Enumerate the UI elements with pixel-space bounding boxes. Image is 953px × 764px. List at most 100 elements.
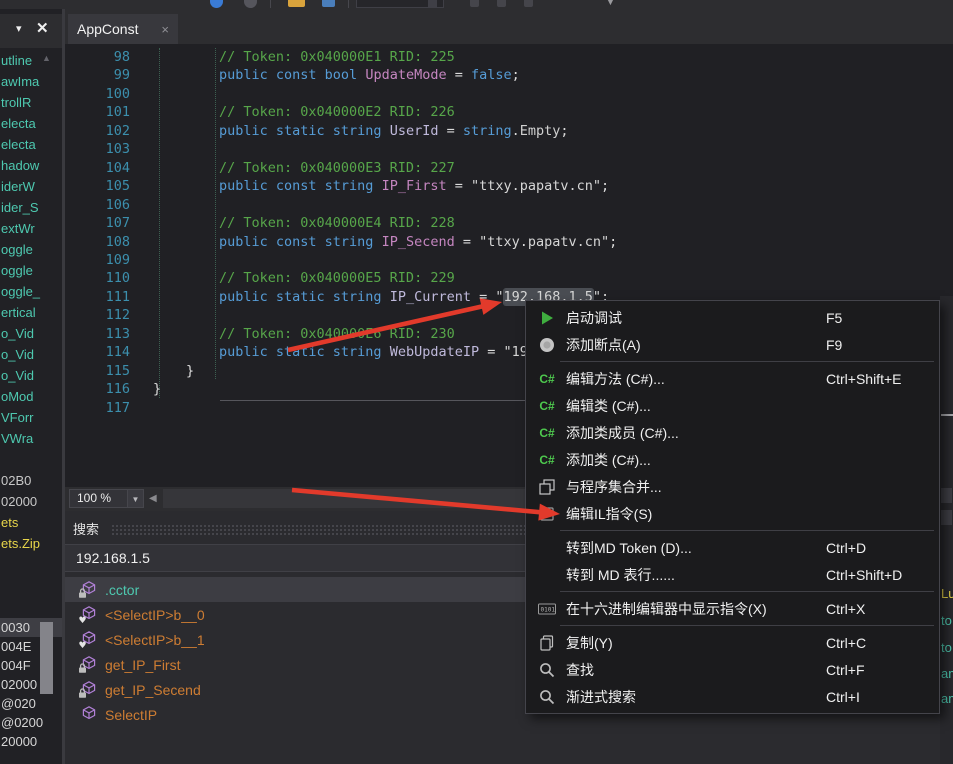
menu-item-label: 编辑方法 (C#)... <box>566 369 665 389</box>
tree-item[interactable]: oggle_ <box>0 281 62 302</box>
menu-item[interactable]: C#添加类成员 (C#)... <box>526 419 939 446</box>
right-panel-control <box>941 488 952 503</box>
tree-item[interactable]: ertical <box>0 302 62 323</box>
tree-item[interactable]: oggle <box>0 260 62 281</box>
menu-item-shortcut: Ctrl+F <box>826 662 865 678</box>
menu-item-label: 转到MD Token (D)... <box>566 538 692 558</box>
menu-item-shortcut: Ctrl+C <box>826 635 866 651</box>
menu-item[interactable]: 与程序集合并... <box>526 473 939 500</box>
menu-item-shortcut: F5 <box>826 310 842 326</box>
tree-item[interactable] <box>0 449 62 470</box>
menu-item-label: 添加断点(A) <box>566 335 641 355</box>
tree-item[interactable]: VWra <box>0 428 62 449</box>
menu-item[interactable]: 转到 MD 表行......Ctrl+Shift+D <box>526 561 939 588</box>
indent-guide <box>159 48 160 398</box>
code-text: // Token: 0x040000E1 RID: 225 <box>219 48 455 67</box>
menu-item-label: 与程序集合并... <box>566 477 662 497</box>
toolbar-faint-icon[interactable] <box>470 0 479 7</box>
menu-item[interactable]: 查找 Ctrl+F <box>526 656 939 683</box>
clipped-text-fragment: to <box>941 613 952 628</box>
line-number: 116 <box>65 380 130 399</box>
zoom-dropdown-icon[interactable]: ▼ <box>128 489 144 508</box>
code-text: } <box>186 362 194 381</box>
line-number: 114 <box>65 343 130 362</box>
tree-item[interactable]: ets <box>0 512 62 533</box>
line-number: 108 <box>65 233 130 252</box>
right-scrollbar-tick <box>941 414 953 416</box>
menu-item[interactable]: 添加断点(A)F9 <box>526 331 939 358</box>
menu-separator <box>560 530 934 531</box>
tab-appconst[interactable]: AppConst × <box>68 14 178 44</box>
method-cube-icon <box>78 706 97 724</box>
list-item[interactable]: @020 <box>0 694 62 713</box>
clipped-text-fragment: to <box>941 640 952 655</box>
toolbar-separator <box>348 0 349 8</box>
csharp-icon: C# <box>535 453 559 467</box>
menu-item[interactable]: C#编辑类 (C#)... <box>526 392 939 419</box>
tree-item[interactable]: electa <box>0 134 62 155</box>
overflow-chevron-icon[interactable]: ▼ <box>606 0 615 7</box>
menu-item[interactable]: 编辑IL指令(S) <box>526 500 939 527</box>
close-icon[interactable]: ✕ <box>36 19 49 37</box>
save-icon[interactable] <box>322 0 335 7</box>
tree-item[interactable]: oggle <box>0 239 62 260</box>
combobox-thumb[interactable] <box>428 0 437 8</box>
open-folder-icon[interactable] <box>288 0 305 7</box>
sidebar-scrollbar-thumb[interactable] <box>40 622 53 694</box>
menu-item[interactable]: C# 添加类 (C#)... <box>526 446 939 473</box>
toolbar-faint-icon[interactable] <box>524 0 533 7</box>
tree-item[interactable]: ets.Zip <box>0 533 62 554</box>
tab-bar: AppConst × <box>65 14 953 44</box>
tree-item[interactable]: extWr <box>0 218 62 239</box>
tree-item[interactable]: electa <box>0 113 62 134</box>
tree-item[interactable]: oMod <box>0 386 62 407</box>
scroll-left-icon[interactable]: ◀ <box>149 493 157 504</box>
forward-icon[interactable] <box>244 0 257 8</box>
toolbar-faint-icon[interactable] <box>497 0 506 7</box>
tree-item[interactable]: iderW <box>0 176 62 197</box>
indent-guide <box>215 48 216 379</box>
tree-item[interactable]: 02000 <box>0 491 62 512</box>
tree-view-sidebar: ▾ ✕ utlineawImatrollRelectaelectahadowid… <box>0 9 62 764</box>
back-icon[interactable] <box>210 0 223 8</box>
scroll-up-icon[interactable]: ▲ <box>42 53 51 63</box>
tree-item[interactable]: VForr <box>0 407 62 428</box>
line-number: 103 <box>65 140 130 159</box>
tree-item[interactable]: awIma <box>0 71 62 92</box>
line-number: 111 <box>65 288 130 307</box>
menu-item[interactable]: 复制(Y)Ctrl+C <box>526 629 939 656</box>
svg-text:♥: ♥ <box>79 641 87 649</box>
line-number: 107 <box>65 214 130 233</box>
menu-item[interactable]: 转到MD Token (D)...Ctrl+D <box>526 534 939 561</box>
menu-item-label: 查找 <box>566 660 594 680</box>
context-menu: 启动调试F5添加断点(A)F9 C# 编辑方法 (C#)... Ctrl+Shift+… <box>525 300 940 714</box>
tree-item[interactable]: utline <box>0 50 62 71</box>
csharp-icon: C# <box>535 399 559 413</box>
search-panel-title: 搜索 <box>73 519 99 538</box>
menu-item-shortcut: Ctrl+Shift+D <box>826 567 902 583</box>
csharp-icon: C# <box>535 372 559 386</box>
menu-item-label: 添加类 (C#)... <box>566 450 651 470</box>
chevron-down-icon[interactable]: ▾ <box>16 22 22 35</box>
tree-item[interactable]: trollR <box>0 92 62 113</box>
sidebar-header: ▾ ✕ <box>0 14 62 48</box>
zoom-level-combo[interactable]: 100 % <box>69 489 128 508</box>
code-text: public const string IP_First = "ttxy.pap… <box>219 177 609 196</box>
tab-close-icon[interactable]: × <box>161 22 169 37</box>
tree-item[interactable]: o_Vid <box>0 323 62 344</box>
tree-item[interactable]: o_Vid <box>0 365 62 386</box>
method-cube-icon-lock <box>78 581 97 599</box>
line-number: 100 <box>65 85 130 104</box>
menu-item[interactable]: 启动调试F5 <box>526 304 939 331</box>
code-text: // Token: 0x040000E6 RID: 230 <box>219 325 455 344</box>
tree-item[interactable]: ider_S <box>0 197 62 218</box>
menu-item[interactable]: C#编辑方法 (C#)...Ctrl+Shift+E <box>526 365 939 392</box>
tree-item[interactable]: hadow <box>0 155 62 176</box>
menu-separator <box>560 625 934 626</box>
menu-item[interactable]: 渐进式搜索Ctrl+I <box>526 683 939 710</box>
list-item[interactable]: 20000 <box>0 732 62 751</box>
list-item[interactable]: @0200 <box>0 713 62 732</box>
tree-item[interactable]: o_Vid <box>0 344 62 365</box>
tree-item[interactable]: 02B0 <box>0 470 62 491</box>
menu-item[interactable]: 0101在十六进制编辑器中显示指令(X)Ctrl+X <box>526 595 939 622</box>
